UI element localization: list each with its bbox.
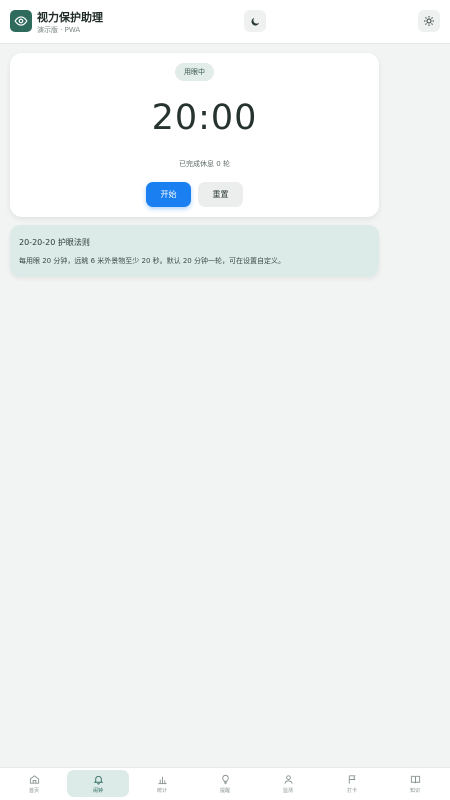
rule-title: 20-20-20 护眼法则: [19, 238, 90, 247]
theme-toggle-button[interactable]: [244, 10, 266, 32]
nav-label: 首页: [28, 787, 39, 794]
timer-display: 20:00: [151, 98, 258, 138]
nav-item-home[interactable]: 首页: [3, 770, 65, 797]
bar-chart-icon: [157, 776, 167, 784]
rule-card: [10, 225, 379, 277]
status-badge: 用眼中: [175, 63, 214, 81]
lightbulb-icon: [221, 774, 229, 784]
start-button[interactable]: 开始: [146, 182, 191, 207]
nav-label: 打卡: [346, 787, 357, 794]
nav-label: 统计: [156, 787, 167, 794]
nav-label: 知识: [409, 787, 420, 794]
app-title: 视力保护助理: [37, 11, 103, 24]
rule-description: 每用眼 20 分钟，远眺 6 米外景物至少 20 秒。默认 20 分钟一轮，可在…: [19, 257, 285, 265]
book-icon: [410, 775, 420, 783]
nav-item-reminder[interactable]: 提醒: [194, 770, 256, 797]
bell-icon: [93, 775, 103, 785]
rounds-completed-text: 已完成休息 0 轮: [179, 160, 230, 168]
nav-item-monitor[interactable]: 监测: [257, 770, 319, 797]
nav-item-knowledge[interactable]: 知识: [384, 770, 446, 797]
app-subtitle: 演示版 · PWA: [37, 26, 81, 34]
nav-label: 闹钟: [92, 787, 103, 794]
nav-label: 提醒: [219, 787, 230, 794]
eye-icon: [10, 10, 32, 32]
person-icon: [283, 774, 293, 784]
nav-label: 监测: [282, 787, 293, 794]
sun-gear-icon: [424, 16, 434, 26]
moon-icon: [251, 17, 259, 25]
reset-button[interactable]: 重置: [198, 182, 243, 207]
nav-item-alarm[interactable]: 闹钟: [67, 770, 129, 797]
flag-icon: [348, 774, 356, 784]
nav-item-stats[interactable]: 统计: [131, 770, 193, 797]
nav-item-checkin[interactable]: 打卡: [321, 770, 383, 797]
settings-button[interactable]: [418, 10, 440, 32]
home-icon: [29, 774, 39, 784]
